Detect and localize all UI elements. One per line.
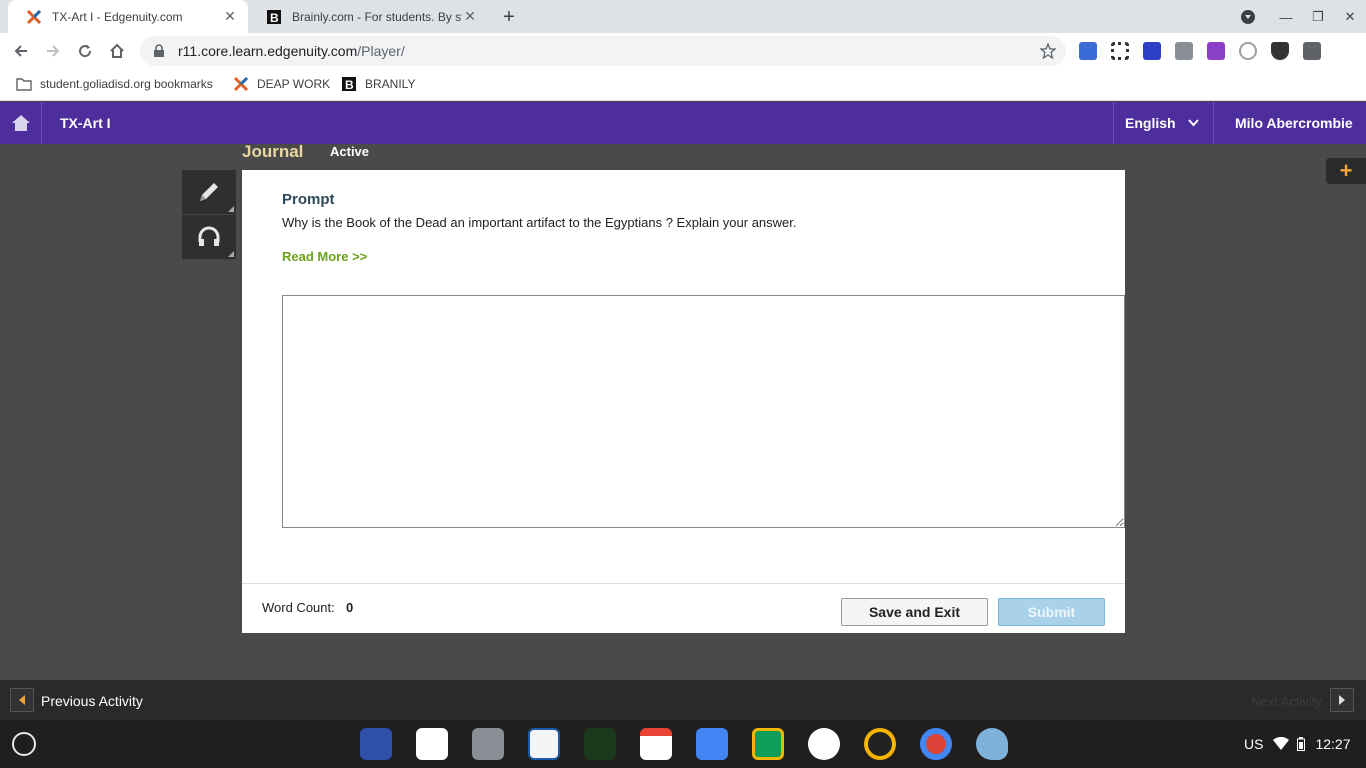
bookmarks-bar: student.goliadisd.org bookmarks DEAP WOR… — [0, 69, 1366, 101]
svg-text:B: B — [270, 11, 279, 25]
minimize-icon[interactable]: — — [1275, 6, 1297, 28]
read-more-link[interactable]: Read More >> — [282, 249, 367, 264]
headphones-icon — [198, 226, 220, 246]
pencil-tool-button[interactable] — [182, 170, 236, 215]
tab-title: TX-Art I - Edgenuity.com — [52, 9, 183, 24]
user-name[interactable]: Milo Abercrombie — [1235, 115, 1353, 131]
word-count-label: Word Count: — [262, 600, 335, 615]
tab-brainly[interactable]: B Brainly.com - For students. By st ✕ — [248, 0, 488, 33]
lock-icon — [154, 44, 164, 57]
printer-app-icon[interactable] — [472, 728, 504, 760]
extension-purple-icon[interactable] — [1207, 42, 1225, 60]
os-shelf: US 12:27 — [0, 720, 1366, 768]
docs-app-icon[interactable] — [696, 728, 728, 760]
launcher-icon[interactable] — [12, 732, 36, 756]
brainly-icon: B — [267, 9, 281, 25]
status-tray[interactable]: US 12:27 — [1236, 726, 1360, 762]
bookmark-label: BRANILY — [365, 77, 416, 91]
tab-title: Brainly.com - For students. By st — [292, 9, 462, 24]
extensions-puzzle-icon[interactable] — [1303, 42, 1321, 60]
home-button[interactable] — [0, 102, 42, 144]
keyboard-locale: US — [1244, 736, 1264, 752]
gmail-app-icon[interactable] — [640, 728, 672, 760]
play-store-app-icon[interactable] — [808, 728, 840, 760]
new-tab-button[interactable]: + — [497, 5, 521, 29]
extension-qr-icon[interactable] — [1111, 42, 1129, 60]
classroom-app-icon[interactable] — [752, 728, 784, 760]
tab-edgenuity[interactable]: TX-Art I - Edgenuity.com ✕ — [8, 0, 248, 33]
battery-icon — [1297, 737, 1306, 751]
restore-icon[interactable]: ❐ — [1307, 6, 1329, 28]
tab-search-icon[interactable] — [1237, 6, 1259, 28]
browser-toolbar: r11.core.learn.edgenuity.com/Player/ — [0, 33, 1366, 69]
bookmark-deap-work[interactable]: DEAP WORK — [233, 76, 330, 92]
bookmark-star-icon[interactable] — [1040, 43, 1056, 59]
submit-button[interactable]: Submit — [998, 598, 1105, 626]
screencast-app-icon[interactable] — [360, 728, 392, 760]
caret-right-icon — [1339, 695, 1345, 705]
forward-icon[interactable] — [40, 38, 66, 64]
extension-help-icon[interactable] — [1239, 42, 1257, 60]
edgenuity-x-icon — [26, 9, 42, 24]
edgenuity-x-icon — [233, 76, 249, 92]
extension-calendar-icon[interactable] — [1079, 42, 1097, 60]
next-activity-button[interactable] — [1330, 688, 1354, 712]
activity-type-title: Journal — [242, 142, 304, 161]
language-value: English — [1125, 115, 1176, 131]
app-header: TX-Art I English Milo Abercrombie — [0, 102, 1366, 144]
pencil-icon — [200, 183, 218, 201]
browser-tabstrip: TX-Art I - Edgenuity.com ✕ B Brainly.com… — [0, 0, 1366, 33]
previous-activity-label[interactable]: Previous Activity — [41, 693, 143, 709]
language-select[interactable]: English — [1113, 102, 1214, 144]
moby-math-app-icon[interactable] — [584, 728, 616, 760]
home-icon — [11, 115, 30, 131]
bookmark-label: student.goliadisd.org bookmarks — [40, 77, 213, 91]
reload-icon[interactable] — [72, 38, 98, 64]
testnav-app-icon[interactable] — [528, 728, 560, 760]
activity-navigation: Previous Activity Next Activity — [0, 680, 1366, 720]
circle-app-icon[interactable] — [864, 728, 896, 760]
chrome-app-icon[interactable] — [920, 728, 952, 760]
journal-panel: Prompt Why is the Book of the Dead an im… — [242, 170, 1125, 633]
tool-palette — [182, 170, 236, 260]
back-icon[interactable] — [8, 38, 34, 64]
extension-grey-icon[interactable] — [1175, 42, 1193, 60]
chevron-down-icon — [1188, 119, 1199, 127]
bookmark-branily[interactable]: B BRANILY — [341, 76, 415, 92]
answer-textarea[interactable] — [282, 295, 1125, 528]
extension-c-icon[interactable] — [1143, 42, 1161, 60]
next-activity-label: Next Activity — [1251, 694, 1322, 709]
caret-left-icon — [19, 695, 25, 705]
activity-status: Active — [330, 144, 370, 159]
wifi-icon — [1273, 737, 1290, 750]
address-bar[interactable]: r11.core.learn.edgenuity.com/Player/ — [140, 36, 1066, 66]
qr-app-icon[interactable] — [416, 728, 448, 760]
brainly-icon: B — [342, 77, 356, 92]
prompt-text: Why is the Book of the Dead an important… — [282, 215, 797, 230]
folder-icon — [16, 78, 32, 91]
close-tab-icon[interactable]: ✕ — [222, 8, 238, 25]
close-tab-icon[interactable]: ✕ — [462, 8, 478, 25]
svg-text:B: B — [345, 78, 354, 92]
bookmark-folder[interactable]: student.goliadisd.org bookmarks — [16, 76, 213, 92]
clock: 12:27 — [1315, 736, 1351, 752]
expand-plus-icon[interactable]: + — [1326, 158, 1366, 184]
rocket-app-icon[interactable] — [976, 728, 1008, 760]
save-and-exit-button[interactable]: Save and Exit — [841, 598, 988, 626]
word-count-value: 0 — [346, 600, 354, 615]
prompt-heading: Prompt — [282, 191, 335, 208]
url-text: r11.core.learn.edgenuity.com/Player/ — [178, 43, 405, 59]
audio-tool-button[interactable] — [182, 215, 236, 260]
home-icon[interactable] — [104, 38, 130, 64]
close-window-icon[interactable]: ✕ — [1339, 6, 1361, 28]
course-title: TX-Art I — [60, 115, 111, 131]
bookmark-label: DEAP WORK — [257, 77, 331, 91]
previous-activity-button[interactable] — [10, 688, 34, 712]
panel-footer: Word Count: 0 Save and Exit Submit — [242, 583, 1125, 633]
extension-shield-icon[interactable] — [1271, 42, 1289, 60]
